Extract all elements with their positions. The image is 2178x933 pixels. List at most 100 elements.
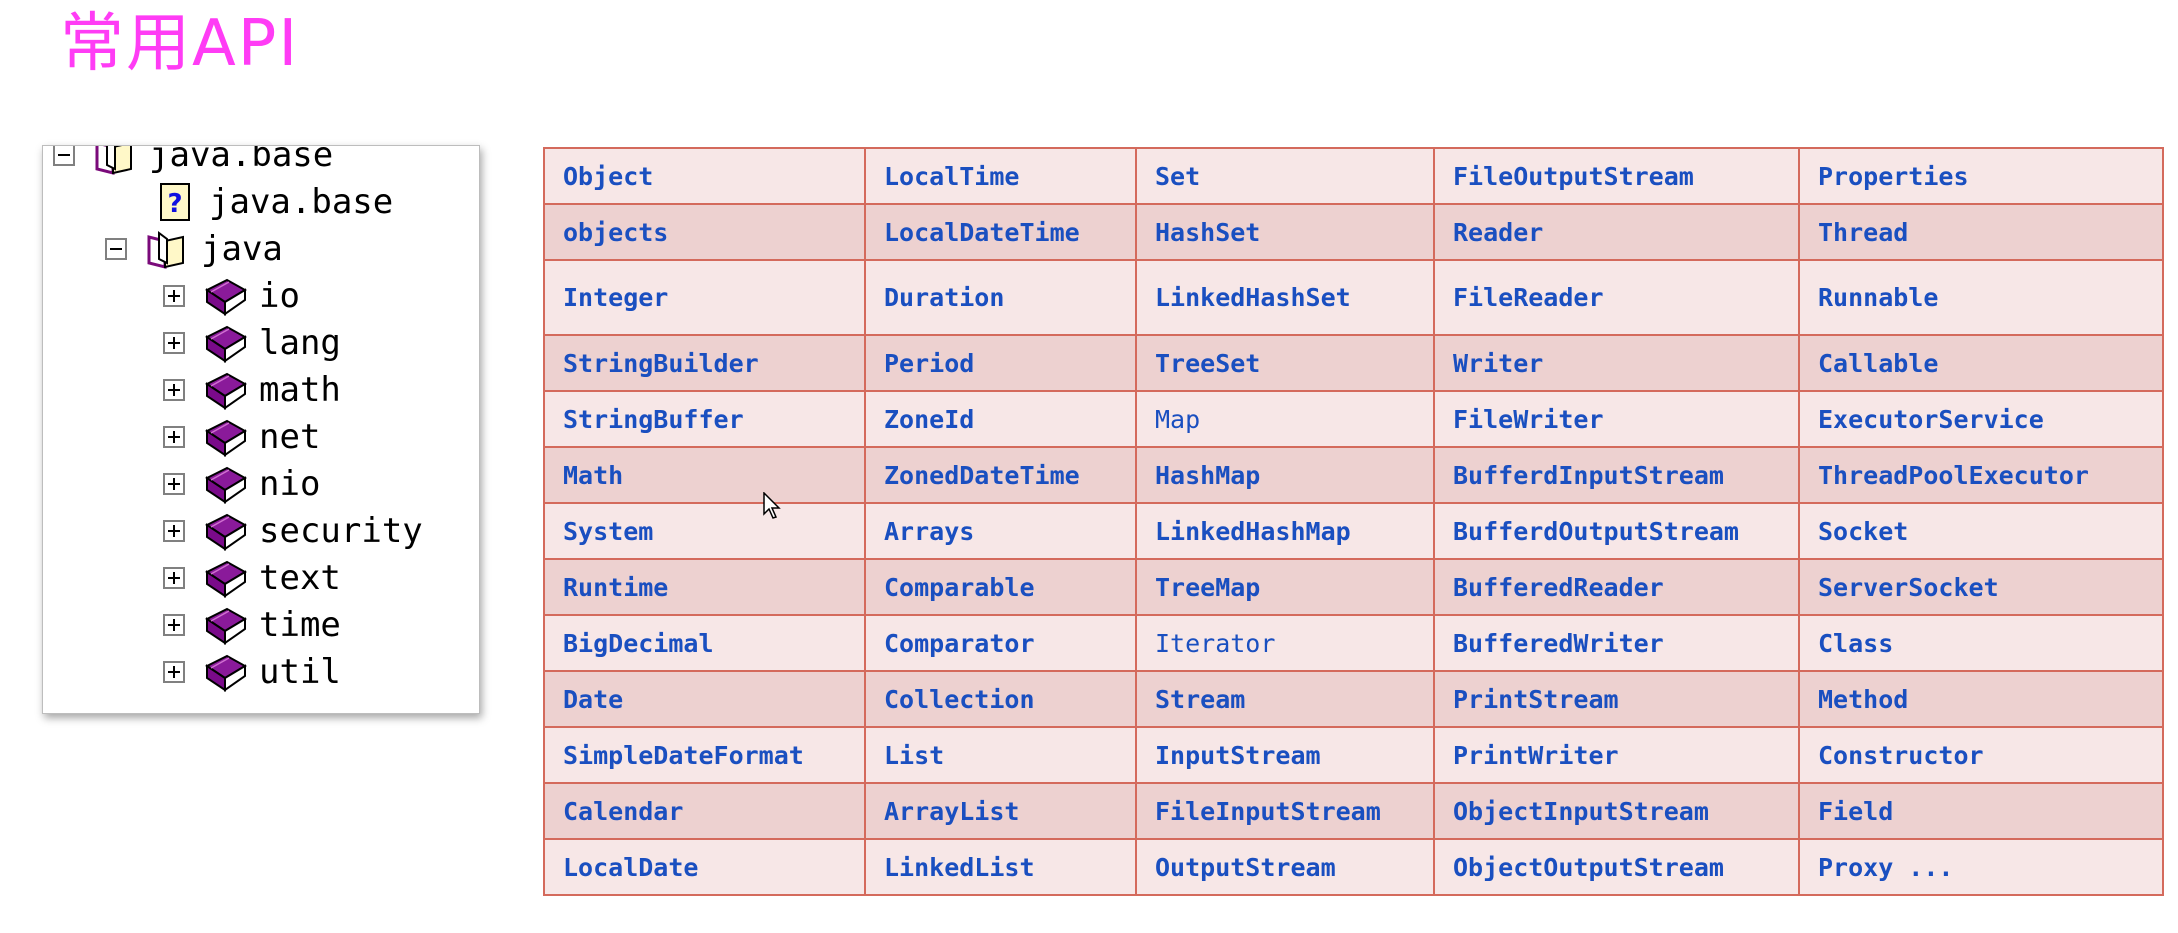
class-cell: Reader <box>1433 203 1800 261</box>
closed-book-icon <box>203 323 247 363</box>
tree-node-time[interactable]: time <box>163 602 341 648</box>
tree-node-security[interactable]: security <box>163 508 423 554</box>
tree-node-label: java.base <box>209 182 394 222</box>
class-cell: LocalDate <box>543 838 866 896</box>
closed-book-icon <box>203 511 247 551</box>
class-cell: BufferedReader <box>1433 558 1800 616</box>
class-cell: BufferedWriter <box>1433 614 1800 672</box>
class-cell: Date <box>543 670 866 728</box>
expand-icon[interactable] <box>163 426 185 448</box>
expand-icon[interactable] <box>163 520 185 542</box>
table-row: SimpleDateFormat List InputStream PrintWrit… <box>543 726 2164 784</box>
class-cell: FileReader <box>1433 259 1800 336</box>
api-class-table: Object LocalTime Set FileOutputStream Proper… <box>543 147 2164 896</box>
class-cell: Properties <box>1798 147 2164 205</box>
table-row: objects LocalDateTime HashSet Reader Thread <box>543 203 2164 261</box>
table-row: System Arrays LinkedHashMap BufferdOutputSt… <box>543 502 2164 560</box>
class-cell: BufferdInputStream <box>1433 446 1800 504</box>
class-cell: System <box>543 502 866 560</box>
class-cell: SimpleDateFormat <box>543 726 866 784</box>
class-cell: FileInputStream <box>1135 782 1435 840</box>
expand-icon[interactable] <box>163 332 185 354</box>
closed-book-icon <box>203 652 247 692</box>
expand-icon[interactable] <box>163 567 185 589</box>
class-cell: Object <box>543 147 866 205</box>
class-cell: Math <box>543 446 866 504</box>
open-book-icon <box>145 229 189 269</box>
expand-icon[interactable] <box>163 614 185 636</box>
class-cell: Proxy ... <box>1798 838 2164 896</box>
class-cell: InputStream <box>1135 726 1435 784</box>
table-row: StringBuilder Period TreeSet Writer Callable <box>543 334 2164 392</box>
class-cell: Map <box>1135 390 1435 448</box>
tree-node-nio[interactable]: nio <box>163 461 320 507</box>
tree-node-text[interactable]: text <box>163 555 341 601</box>
closed-book-icon <box>203 464 247 504</box>
help-page-icon: ? <box>153 182 197 222</box>
closed-book-icon <box>203 370 247 410</box>
table-row: StringBuffer ZoneId Map FileWriter ExecutorS… <box>543 390 2164 448</box>
class-cell: LinkedHashSet <box>1135 259 1435 336</box>
class-cell: Field <box>1798 782 2164 840</box>
class-cell: Collection <box>864 670 1137 728</box>
tree-node-label: text <box>259 558 341 598</box>
tree-node-lang[interactable]: lang <box>163 320 341 366</box>
class-cell: Socket <box>1798 502 2164 560</box>
class-cell: LocalDateTime <box>864 203 1137 261</box>
class-cell: ZonedDateTime <box>864 446 1137 504</box>
class-cell: Runtime <box>543 558 866 616</box>
package-tree[interactable]: java.base? java.base java io lang math net nio s… <box>42 145 480 714</box>
class-cell: Duration <box>864 259 1137 336</box>
tree-node-label: net <box>259 417 321 457</box>
class-cell: ArrayList <box>864 782 1137 840</box>
class-cell: HashMap <box>1135 446 1435 504</box>
expand-icon[interactable] <box>163 473 185 495</box>
expand-icon[interactable] <box>163 661 185 683</box>
table-row: LocalDate LinkedList OutputStream ObjectOut… <box>543 838 2164 896</box>
tree-node-label: java.base <box>149 145 334 175</box>
class-cell: Comparator <box>864 614 1137 672</box>
tree-node-util[interactable]: util <box>163 649 341 695</box>
class-cell: ServerSocket <box>1798 558 2164 616</box>
class-cell: List <box>864 726 1137 784</box>
class-cell: LinkedList <box>864 838 1137 896</box>
tree-node-label: math <box>259 370 341 410</box>
closed-book-icon <box>203 558 247 598</box>
class-cell: Integer <box>543 259 866 336</box>
collapse-icon[interactable] <box>53 146 75 166</box>
tree-node-java-base[interactable]: ? java.base <box>153 179 393 225</box>
tree-node-label: java <box>201 229 283 269</box>
class-cell: Set <box>1135 147 1435 205</box>
tree-node-label: nio <box>259 464 321 504</box>
class-cell: StringBuilder <box>543 334 866 392</box>
class-cell: ObjectOutputStream <box>1433 838 1800 896</box>
class-cell: Stream <box>1135 670 1435 728</box>
class-cell: Callable <box>1798 334 2164 392</box>
class-cell: Arrays <box>864 502 1137 560</box>
collapse-icon[interactable] <box>105 238 127 260</box>
tree-node-java-base[interactable]: java.base <box>53 145 334 178</box>
closed-book-icon <box>203 605 247 645</box>
tree-node-net[interactable]: net <box>163 414 320 460</box>
class-cell: ExecutorService <box>1798 390 2164 448</box>
tree-node-label: security <box>259 511 423 551</box>
class-cell: Thread <box>1798 203 2164 261</box>
class-cell: Comparable <box>864 558 1137 616</box>
class-cell: TreeMap <box>1135 558 1435 616</box>
page-title: 常用API <box>60 7 300 81</box>
class-cell: Method <box>1798 670 2164 728</box>
closed-book-icon <box>203 276 247 316</box>
tree-node-java[interactable]: java <box>105 226 283 272</box>
class-cell: objects <box>543 203 866 261</box>
tree-node-label: lang <box>259 323 341 363</box>
class-cell: Constructor <box>1798 726 2164 784</box>
expand-icon[interactable] <box>163 285 185 307</box>
expand-icon[interactable] <box>163 379 185 401</box>
open-book-icon <box>93 146 137 175</box>
tree-node-math[interactable]: math <box>163 367 341 413</box>
tree-node-label: time <box>259 605 341 645</box>
class-cell: Calendar <box>543 782 866 840</box>
class-cell: TreeSet <box>1135 334 1435 392</box>
tree-node-io[interactable]: io <box>163 273 300 319</box>
class-cell: Iterator <box>1135 614 1435 672</box>
